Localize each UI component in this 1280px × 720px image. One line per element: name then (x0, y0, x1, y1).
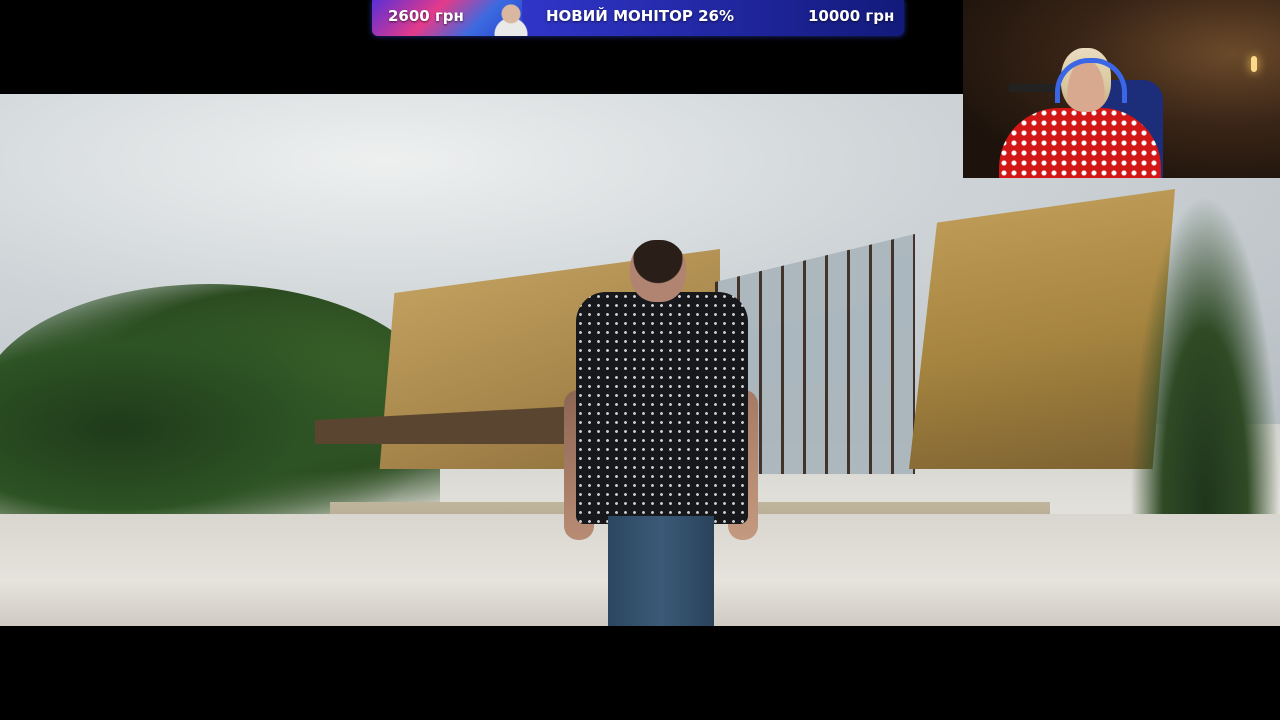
jungle-trees (0, 284, 440, 524)
character-shirt (576, 292, 748, 524)
player-character (564, 240, 758, 626)
lamp (1251, 56, 1257, 72)
goal-avatar-icon (490, 2, 532, 36)
goal-target-amount: 10000 грн (808, 7, 895, 25)
goal-title: НОВИЙ МОНІТОР 26% (546, 7, 734, 25)
streamer-webcam (963, 0, 1280, 178)
character-head (630, 240, 686, 302)
donation-goal-bar: 2600 грн НОВИЙ МОНІТОР 26% 10000 грн (372, 0, 904, 36)
character-jeans (608, 516, 714, 626)
goal-current-amount: 2600 грн (388, 7, 464, 25)
